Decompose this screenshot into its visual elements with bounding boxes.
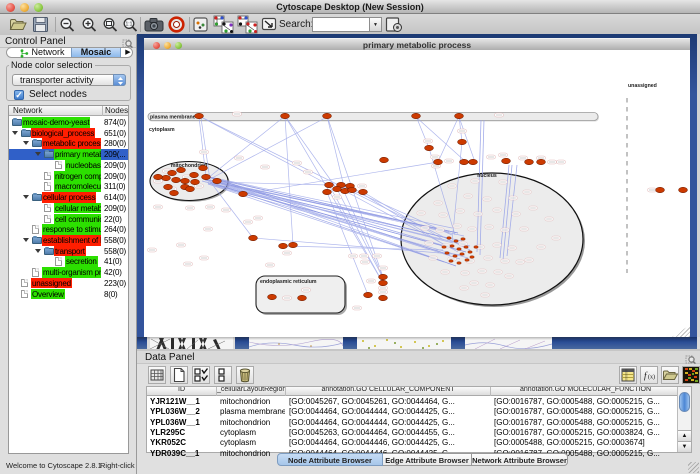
svg-text:plasma membrane: plasma membrane: [150, 115, 196, 121]
svg-text:(x): (x): [648, 374, 655, 381]
svg-text:cytoplasm: cytoplasm: [149, 127, 175, 133]
svg-text:unassigned: unassigned: [628, 83, 657, 89]
svg-text:nucleus: nucleus: [477, 173, 497, 179]
svg-text:endoplasmic reticulum: endoplasmic reticulum: [260, 279, 317, 285]
svg-text:1:1: 1:1: [126, 22, 133, 28]
